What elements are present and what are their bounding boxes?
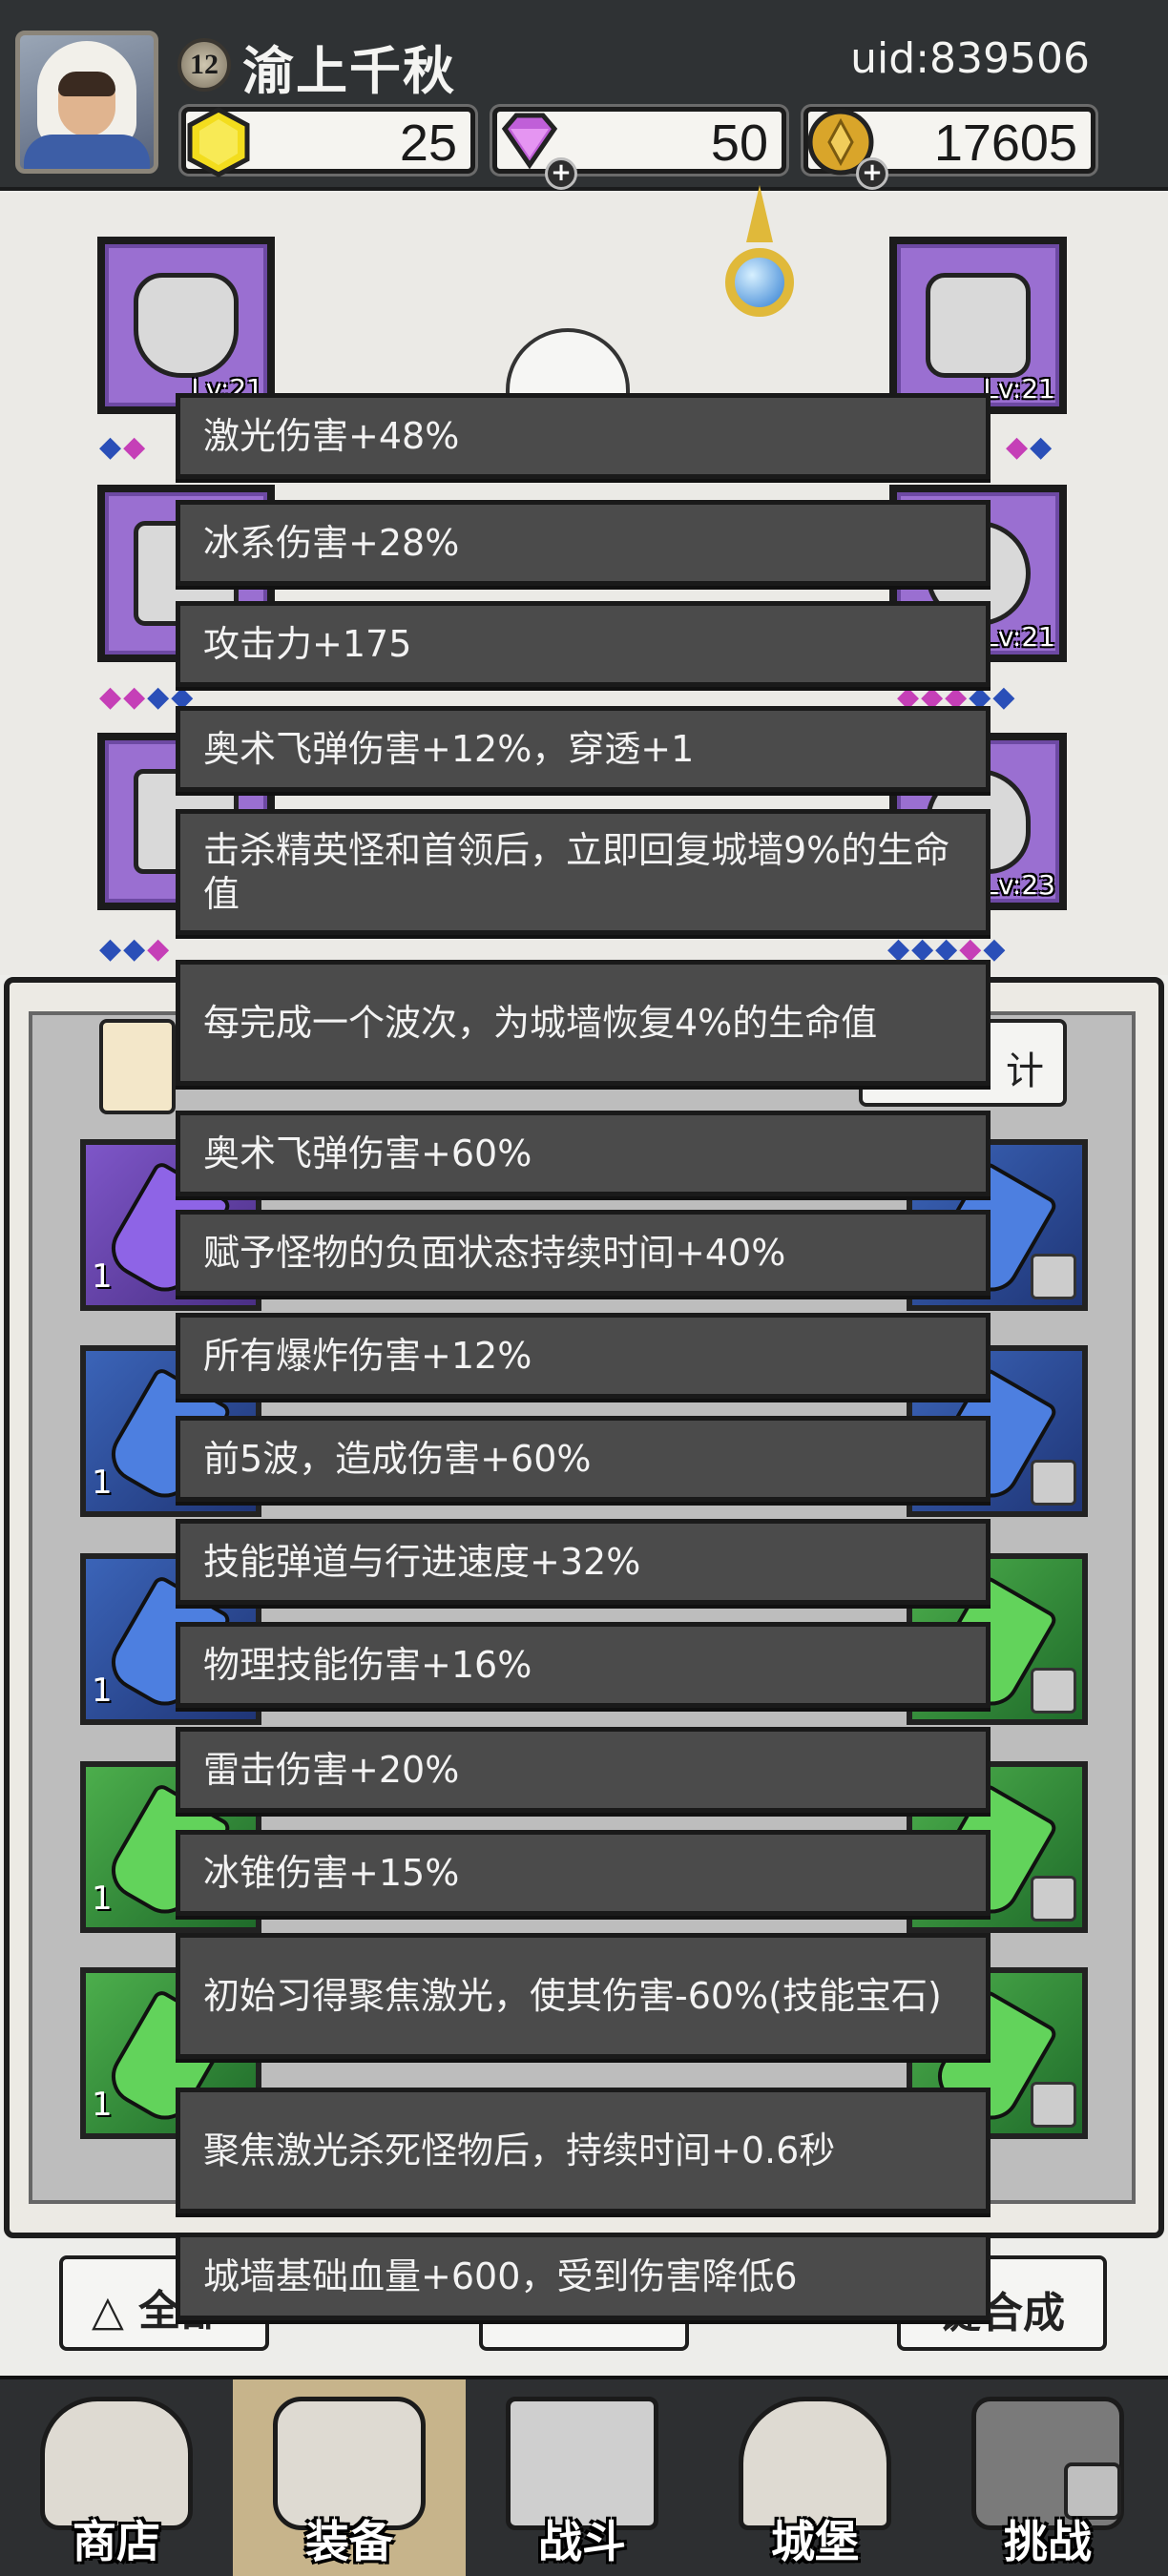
tooltip-stat-row: 攻击力+175 bbox=[176, 601, 991, 687]
add-coin-button[interactable]: + bbox=[856, 157, 888, 190]
gem-type-icon bbox=[1031, 2082, 1076, 2128]
tooltip-stat-row: 物理技能伤害+16% bbox=[176, 1622, 991, 1708]
tooltip-stat-row: 冰系伤害+28% bbox=[176, 500, 991, 586]
nav-label: 商店 bbox=[73, 2516, 160, 2567]
gold-gem-value: 25 bbox=[399, 114, 457, 172]
gold-gem-icon bbox=[187, 107, 250, 177]
equip-level: Lv:21 bbox=[983, 373, 1055, 405]
nav-equipment[interactable]: 装备 bbox=[233, 2379, 466, 2576]
gem-type-icon bbox=[1031, 1254, 1076, 1299]
staff-orb bbox=[725, 248, 794, 317]
tooltip-stat-row: 奥术飞弹伤害+60% bbox=[176, 1111, 991, 1196]
tooltip-stat-row: 赋予怪物的负面状态持续时间+40% bbox=[176, 1210, 991, 1296]
tooltip-stat-row: 激光伤害+48% bbox=[176, 393, 991, 479]
coin-counter: + 17605 bbox=[803, 107, 1095, 190]
player-avatar[interactable] bbox=[15, 31, 158, 174]
equip-level: Lv:23 bbox=[983, 869, 1055, 901]
gem-sockets: ◆◆◆ bbox=[99, 932, 172, 966]
diamond-counter: + 50 bbox=[492, 107, 786, 190]
top-bar: 12 渝上千秋 uid:839506 25 + 50 + 17605 bbox=[0, 0, 1168, 191]
equip-slot-helmet[interactable]: Lv:21 bbox=[97, 237, 275, 414]
tooltip-stat-row: 技能弹道与行进速度+32% bbox=[176, 1519, 991, 1605]
staff-tip bbox=[746, 185, 773, 242]
player-uid: uid:839506 bbox=[850, 34, 1090, 83]
nav-label: 装备 bbox=[305, 2516, 393, 2567]
tooltip-stat-row: 奥术飞弹伤害+12%，穿透+1 bbox=[176, 706, 991, 792]
equip-slot-weapon[interactable]: Lv:21 bbox=[889, 237, 1067, 414]
tooltip-stat-row: 初始习得聚焦激光，使其伤害-60%(技能宝石) bbox=[176, 1933, 991, 2059]
equip-level: Lv:21 bbox=[983, 621, 1055, 653]
gem-sockets: ◆◆ bbox=[1006, 430, 1054, 464]
tooltip-stat-row: 聚焦激光杀死怪物后，持续时间+0.6秒 bbox=[176, 2088, 991, 2213]
nav-battle[interactable]: 战斗 bbox=[466, 2379, 699, 2576]
nav-label: 城堡 bbox=[771, 2516, 859, 2567]
tooltip-stat-row: 雷击伤害+20% bbox=[176, 1727, 991, 1813]
tooltip-stat-row: 冰锥伤害+15% bbox=[176, 1830, 991, 1916]
nav-castle[interactable]: 城堡 bbox=[699, 2379, 931, 2576]
triangle-icon: △ bbox=[92, 2287, 139, 2336]
add-diamond-button[interactable]: + bbox=[545, 157, 577, 190]
player-level-badge: 12 bbox=[177, 38, 231, 92]
tooltip-stat-row: 击杀精英怪和首领后，立即回复城墙9%的生命值 bbox=[176, 809, 991, 935]
gem-type-icon bbox=[1031, 1460, 1076, 1506]
gem-sockets: ◆◆ bbox=[99, 430, 148, 464]
tooltip-stat-row: 城墙基础血量+600，受到伤害降低6 bbox=[176, 2233, 991, 2320]
nav-label: 挑战 bbox=[1004, 2516, 1092, 2567]
coin-value: 17605 bbox=[933, 114, 1077, 172]
nav-challenge[interactable]: 挑战 bbox=[931, 2379, 1164, 2576]
diamond-value: 50 bbox=[710, 114, 768, 172]
player-name: 渝上千秋 bbox=[242, 41, 456, 101]
gem-type-icon bbox=[1031, 1668, 1076, 1714]
helmet-icon bbox=[134, 273, 239, 378]
nav-label: 战斗 bbox=[538, 2516, 626, 2567]
nav-shop[interactable]: 商店 bbox=[0, 2379, 233, 2576]
gold-gem-counter: 25 bbox=[181, 107, 475, 177]
tooltip-stat-row: 前5波，造成伤害+60% bbox=[176, 1416, 991, 1502]
clothing-filter-tab[interactable] bbox=[99, 1019, 176, 1114]
bottom-nav: 商店 装备 战斗 城堡 挑战 bbox=[0, 2376, 1168, 2576]
arm-guard-icon bbox=[926, 273, 1031, 378]
gem-type-icon bbox=[1031, 1876, 1076, 1922]
tooltip-stat-row: 每完成一个波次，为城墙恢复4%的生命值 bbox=[176, 960, 991, 1086]
gem-stats-tooltip: 激光伤害+48% 冰系伤害+28% 攻击力+175 奥术飞弹伤害+12%，穿透+1 击杀… bbox=[176, 393, 991, 2320]
tooltip-stat-row: 所有爆炸伤害+12% bbox=[176, 1313, 991, 1399]
